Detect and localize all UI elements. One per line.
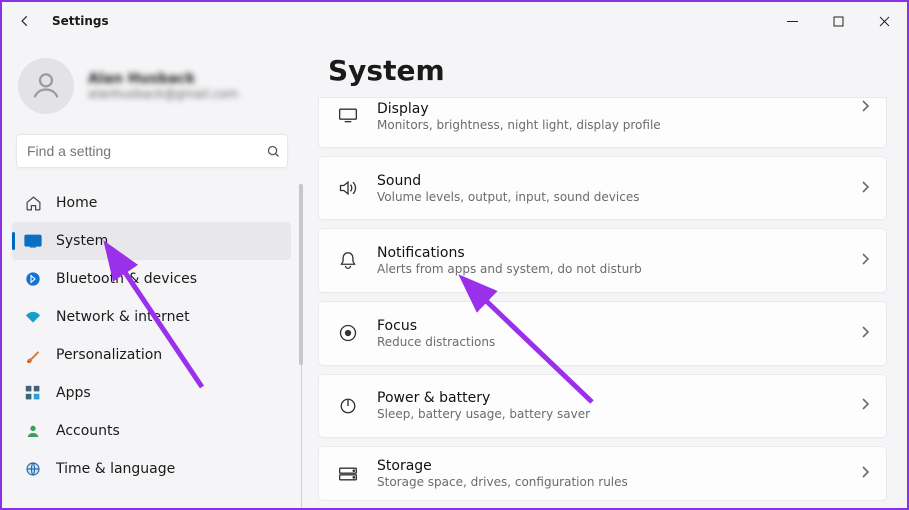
sidebar-item-label: Time & language [56,461,175,477]
titlebar: Settings [2,2,907,40]
account-block[interactable]: Alan Husback alanhusback@gmail.com [12,52,292,128]
back-button[interactable] [16,12,34,30]
sidebar-item-network[interactable]: Network & internet [12,298,291,336]
card-display[interactable]: Display Monitors, brightness, night ligh… [318,97,887,148]
sidebar: Alan Husback alanhusback@gmail.com Home [2,40,302,508]
chevron-right-icon [861,179,870,198]
sidebar-item-time-language[interactable]: Time & language [12,450,291,488]
close-button[interactable] [861,5,907,37]
card-title: Power & battery [377,390,843,406]
account-email: alanhusback@gmail.com [88,87,238,101]
chevron-right-icon [861,396,870,415]
chevron-right-icon [861,464,870,483]
card-desc: Alerts from apps and system, do not dist… [377,262,843,276]
sidebar-item-label: Network & internet [56,309,190,325]
account-info: Alan Husback alanhusback@gmail.com [88,71,238,101]
card-desc: Reduce distractions [377,335,843,349]
bell-icon [337,250,359,272]
card-title: Notifications [377,245,843,261]
sidebar-item-home[interactable]: Home [12,184,291,222]
bluetooth-icon [24,270,42,288]
card-notifications[interactable]: Notifications Alerts from apps and syste… [318,228,887,293]
minimize-button[interactable] [769,5,815,37]
nav-list: Home System Bluetooth & devices Network … [12,184,302,508]
card-desc: Monitors, brightness, night light, displ… [377,118,843,132]
system-icon [24,232,42,250]
sidebar-item-system[interactable]: System [12,222,291,260]
maximize-button[interactable] [815,5,861,37]
storage-icon [337,463,359,485]
brush-icon [24,346,42,364]
card-focus[interactable]: Focus Reduce distractions [318,301,887,366]
search-input-wrap[interactable] [16,134,288,168]
globe-icon [24,460,42,478]
avatar [18,58,74,114]
content-area: System Display Monitors, brightness, nig… [302,40,907,508]
settings-cards: Display Monitors, brightness, night ligh… [318,97,887,501]
window-controls [769,5,907,37]
search-input[interactable] [17,143,259,159]
sidebar-item-label: Bluetooth & devices [56,271,197,287]
sidebar-item-label: Accounts [56,423,120,439]
card-title: Focus [377,318,843,334]
chevron-right-icon [861,98,870,117]
chevron-right-icon [861,324,870,343]
sidebar-item-label: Home [56,195,97,211]
sidebar-item-personalization[interactable]: Personalization [12,336,291,374]
sound-icon [337,177,359,199]
focus-icon [337,322,359,344]
page-title: System [328,54,887,87]
sidebar-item-label: Apps [56,385,91,401]
sidebar-item-apps[interactable]: Apps [12,374,291,412]
sidebar-item-bluetooth[interactable]: Bluetooth & devices [12,260,291,298]
chevron-right-icon [861,251,870,270]
card-power-battery[interactable]: Power & battery Sleep, battery usage, ba… [318,374,887,439]
app-title: Settings [52,14,109,28]
sidebar-item-label: Personalization [56,347,162,363]
card-desc: Storage space, drives, configuration rul… [377,475,843,489]
wifi-icon [24,308,42,326]
sidebar-item-label: System [56,233,108,249]
account-name: Alan Husback [88,71,238,87]
card-desc: Sleep, battery usage, battery saver [377,407,843,421]
search-icon [259,144,287,159]
card-title: Display [377,101,843,117]
apps-icon [24,384,42,402]
power-icon [337,395,359,417]
sidebar-item-accounts[interactable]: Accounts [12,412,291,450]
display-icon [337,104,359,126]
card-sound[interactable]: Sound Volume levels, output, input, soun… [318,156,887,221]
card-title: Sound [377,173,843,189]
card-title: Storage [377,458,843,474]
home-icon [24,194,42,212]
card-storage[interactable]: Storage Storage space, drives, configura… [318,446,887,501]
card-desc: Volume levels, output, input, sound devi… [377,190,843,204]
accounts-icon [24,422,42,440]
